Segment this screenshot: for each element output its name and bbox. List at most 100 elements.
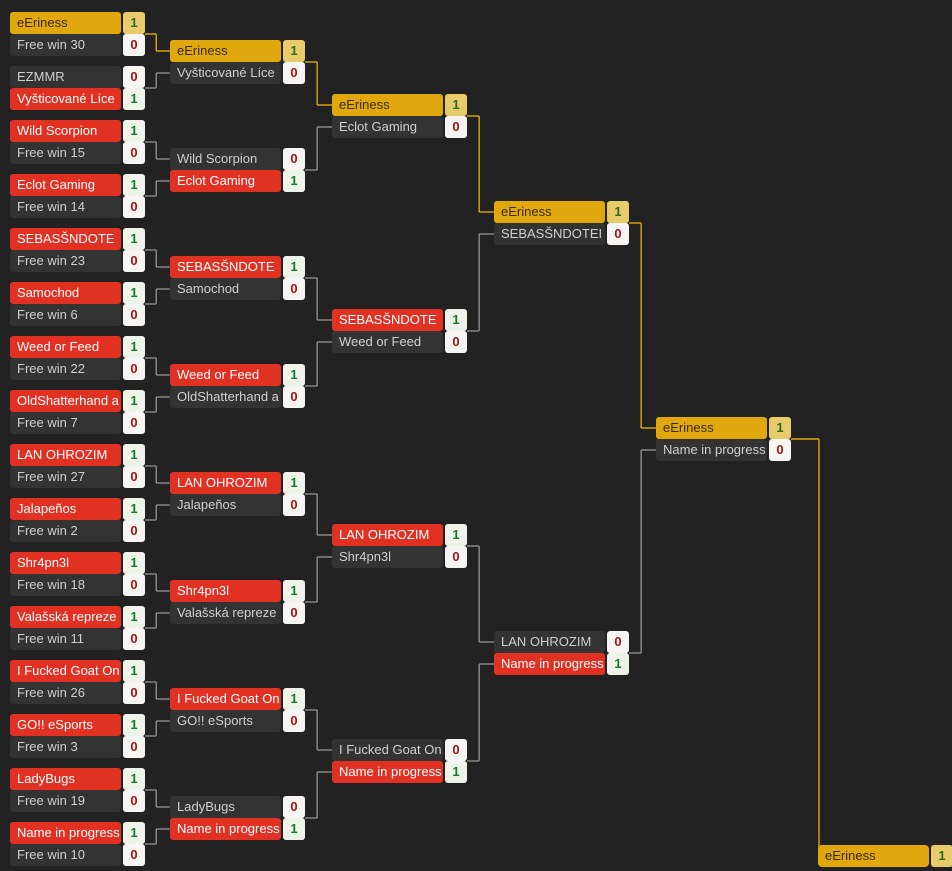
bracket-slot-top[interactable]: GO!! eSports 1 [10,714,145,736]
bracket-slot-top[interactable]: LAN OHROZIM 1 [10,444,145,466]
competitor-score: 0 [607,631,629,653]
bracket-slot-bottom[interactable]: Free win 15 0 [10,142,145,164]
bracket-slot-top[interactable]: Eclot Gaming 1 [10,174,145,196]
bracket-slot-top[interactable]: LadyBugs 1 [10,768,145,790]
bracket-slot-top[interactable]: eEriness 1 [170,40,305,62]
bracket-slot-top[interactable]: LAN OHROZIM 0 [494,631,629,653]
bracket-slot-top[interactable]: eEriness 1 [656,417,791,439]
competitor-score: 0 [607,223,629,245]
competitor-score: 0 [283,62,305,84]
competitor-score: 0 [123,358,145,380]
bracket-slot-bottom[interactable]: Vyšticované Líce 1 [10,88,145,110]
competitor-score: 0 [445,116,467,138]
bracket-slot-top[interactable]: eEriness 1 [494,201,629,223]
bracket-slot-bottom[interactable]: Free win 70 [10,412,145,434]
bracket-slot-bottom[interactable]: Free win 30 0 [10,34,145,56]
bracket-slot-bottom[interactable]: Name in progress 1 [170,818,305,840]
bracket-slot-bottom[interactable]: Free win 10 0 [10,844,145,866]
bracket-slot-top[interactable]: EZMMR 0 [10,66,145,88]
competitor-score: 0 [123,520,145,542]
bracket-slot-top[interactable]: I Fucked Goat On 1 [10,660,145,682]
bracket-slot-top[interactable]: eEriness 1 [332,94,467,116]
bracket-slot-bottom[interactable]: GO!! eSports 0 [170,710,305,732]
competitor-score: 1 [283,170,305,192]
bracket-slot-bottom[interactable]: Free win 60 [10,304,145,326]
competitor-name: Free win 22 [10,358,121,380]
competitor-score: 1 [283,364,305,386]
competitor-score: 1 [445,309,467,331]
competitor-name: LAN OHROZIM [170,472,281,494]
bracket-slot-bottom[interactable]: Free win 26 0 [10,682,145,704]
bracket-slot-top[interactable]: Samochod 1 [10,282,145,304]
competitor-name: Name in progress [656,439,767,461]
bracket-slot-bottom[interactable]: Valašská repreze 0 [170,602,305,624]
competitor-name: I Fucked Goat On [10,660,121,682]
competitor-score: 1 [769,417,791,439]
bracket-slot-bottom[interactable]: Free win 30 [10,736,145,758]
bracket-slot-top[interactable]: LAN OHROZIM 1 [170,472,305,494]
competitor-score: 1 [123,660,145,682]
bracket-slot-bottom[interactable]: Free win 18 0 [10,574,145,596]
competitor-name: Name in progress [170,818,281,840]
bracket-slot-top[interactable]: Shr4pn3l 1 [10,552,145,574]
competitor-score: 0 [283,386,305,408]
bracket-slot-top[interactable]: Wild Scorpion 1 [10,120,145,142]
competitor-name: GO!! eSports [10,714,121,736]
bracket-slot-top[interactable]: Valašská repreze 1 [10,606,145,628]
bracket-slot-top[interactable]: LAN OHROZIM 1 [332,524,467,546]
bracket-slot-bottom[interactable]: Free win 14 0 [10,196,145,218]
bracket-slot-bottom[interactable]: Weed or Feed 0 [332,331,467,353]
competitor-name: EZMMR [10,66,121,88]
competitor-name: eEriness [818,845,929,867]
competitor-score: 0 [445,739,467,761]
competitor-name: Eclot Gaming [170,170,281,192]
bracket-slot-bottom[interactable]: Name in progress 1 [494,653,629,675]
bracket-slot-top[interactable]: Jalapeños 1 [10,498,145,520]
tournament-bracket: eEriness 1 Free win 30 0 EZMMR 0 Vyšticované L… [0,0,952,871]
bracket-slot-top[interactable]: Weed or Feed 1 [170,364,305,386]
bracket-slot-bottom[interactable]: Name in progress 0 [656,439,791,461]
competitor-score: 0 [123,574,145,596]
bracket-slot-top[interactable]: SEBASŠNDOTE 1 [10,228,145,250]
competitor-name: Free win 11 [10,628,121,650]
bracket-slot-bottom[interactable]: Jalapeños 0 [170,494,305,516]
bracket-slot-top[interactable]: I Fucked Goat On 1 [170,688,305,710]
bracket-slot-bottom[interactable]: Eclot Gaming 0 [332,116,467,138]
competitor-score: 1 [607,201,629,223]
bracket-slot-top[interactable]: SEBASŠNDOTE 1 [332,309,467,331]
bracket-slot-bottom[interactable]: Vyšticované Líce 0 [170,62,305,84]
bracket-slot-bottom[interactable]: Free win 19 0 [10,790,145,812]
competitor-name: OldShatterhand a [170,386,281,408]
bracket-slot-top[interactable]: Wild Scorpion 0 [170,148,305,170]
competitor-name: Free win 18 [10,574,121,596]
bracket-slot-top[interactable]: Name in progress 1 [10,822,145,844]
competitor-name: I Fucked Goat On [332,739,443,761]
bracket-slot-bottom[interactable]: SEBASŠNDOTEI 0 [494,223,629,245]
bracket-slot-top[interactable]: eEriness 1 [10,12,145,34]
bracket-slot-bottom[interactable]: Free win 23 0 [10,250,145,272]
competitor-name: Eclot Gaming [332,116,443,138]
competitor-score: 1 [123,336,145,358]
bracket-slot-bottom[interactable]: Free win 22 0 [10,358,145,380]
bracket-slot-top[interactable]: Weed or Feed 1 [10,336,145,358]
bracket-slot-bottom[interactable]: Samochod 0 [170,278,305,300]
competitor-name: LAN OHROZIM [10,444,121,466]
bracket-slot-top[interactable]: eEriness 1 [818,845,952,867]
competitor-name: Samochod [10,282,121,304]
bracket-slot-bottom[interactable]: OldShatterhand a0 [170,386,305,408]
bracket-slot-bottom[interactable]: Free win 27 0 [10,466,145,488]
bracket-slot-top[interactable]: Shr4pn3l 1 [170,580,305,602]
bracket-slot-bottom[interactable]: Shr4pn3l 0 [332,546,467,568]
bracket-slot-bottom[interactable]: Free win 11 0 [10,628,145,650]
bracket-slot-bottom[interactable]: Eclot Gaming 1 [170,170,305,192]
competitor-score: 1 [123,714,145,736]
competitor-name: SEBASŠNDOTEI [494,223,605,245]
bracket-slot-top[interactable]: SEBASŠNDOTE 1 [170,256,305,278]
competitor-name: Free win 7 [10,412,121,434]
bracket-slot-bottom[interactable]: Name in progress 1 [332,761,467,783]
bracket-slot-bottom[interactable]: Free win 20 [10,520,145,542]
bracket-slot-top[interactable]: I Fucked Goat On 0 [332,739,467,761]
bracket-slot-top[interactable]: LadyBugs 0 [170,796,305,818]
competitor-score: 0 [445,546,467,568]
bracket-slot-top[interactable]: OldShatterhand a1 [10,390,145,412]
